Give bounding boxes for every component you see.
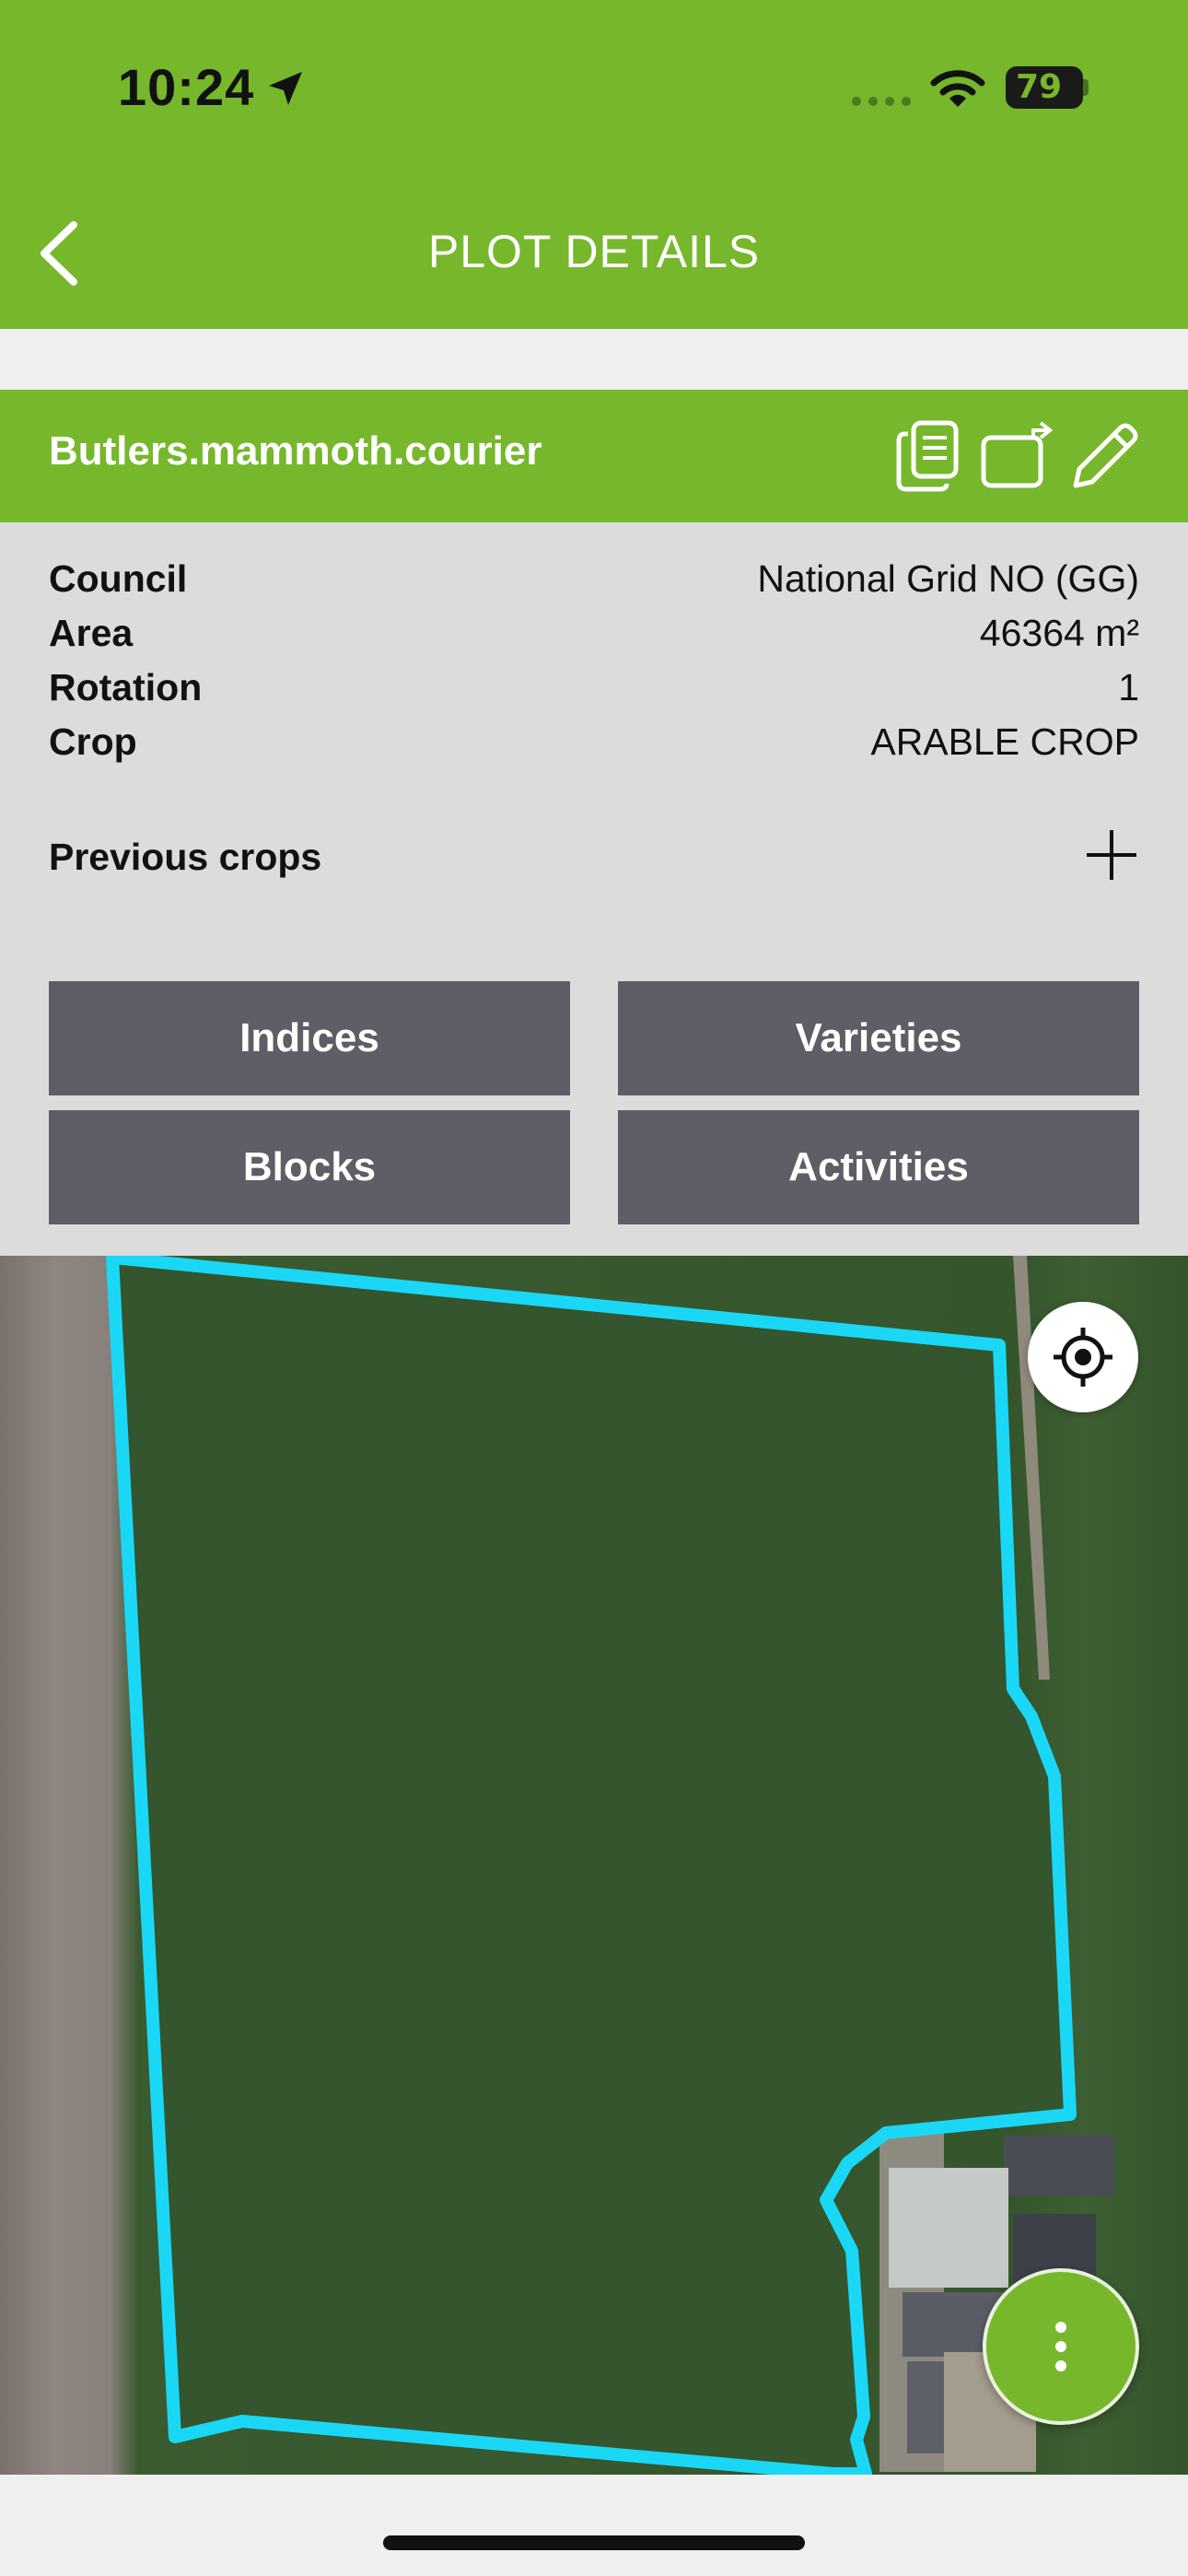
rotation-label: Rotation — [49, 666, 203, 708]
top-bar: 10:24 79 PLOT DETAILS — [0, 0, 1188, 329]
signal-icon — [852, 97, 911, 106]
wifi-icon — [930, 70, 985, 107]
crosshair-icon — [1054, 1328, 1112, 1387]
plot-header: Butlers.mammoth.courier — [0, 390, 1188, 522]
area-label: Area — [49, 612, 134, 654]
page-title: PLOT DETAILS — [427, 226, 761, 277]
rotation-row: Rotation 1 — [49, 666, 1139, 718]
bottom-bar — [0, 2475, 1188, 2576]
status-time: 10:24 — [118, 58, 255, 116]
crop-row: Crop ARABLE CROP — [49, 720, 1139, 772]
spacer — [0, 329, 1188, 390]
copy-icon[interactable] — [893, 417, 971, 495]
more-options-button[interactable] — [983, 2268, 1139, 2425]
area-value: 46364 m² — [979, 612, 1139, 654]
council-label: Council — [49, 557, 188, 600]
indices-button[interactable]: Indices — [49, 981, 570, 1095]
varieties-button[interactable]: Varieties — [618, 981, 1139, 1095]
area-row: Area 46364 m² — [49, 612, 1139, 663]
home-indicator[interactable] — [383, 2535, 805, 2550]
add-previous-crop-button[interactable] — [1083, 826, 1140, 884]
battery-cap — [1083, 79, 1089, 96]
plot-info-panel: Council National Grid NO (GG) Area 46364… — [0, 522, 1188, 1256]
rotation-value: 1 — [1118, 666, 1139, 708]
battery-icon: 79 — [1006, 66, 1083, 109]
blocks-button[interactable]: Blocks — [49, 1110, 570, 1224]
crop-label: Crop — [49, 720, 137, 763]
previous-crops-label: Previous crops — [49, 836, 322, 878]
export-icon[interactable] — [978, 417, 1055, 495]
battery-level: 79 — [1015, 68, 1063, 106]
crop-value: ARABLE CROP — [870, 720, 1139, 763]
council-value: National Grid NO (GG) — [757, 557, 1139, 600]
locate-button[interactable] — [1028, 1302, 1138, 1412]
activities-button[interactable]: Activities — [618, 1110, 1139, 1224]
edit-icon[interactable] — [1066, 417, 1144, 495]
council-row: Council National Grid NO (GG) — [49, 557, 1139, 609]
location-arrow-icon — [269, 72, 302, 105]
plot-name: Butlers.mammoth.courier — [49, 428, 542, 474]
more-vertical-icon — [1055, 2322, 1066, 2371]
